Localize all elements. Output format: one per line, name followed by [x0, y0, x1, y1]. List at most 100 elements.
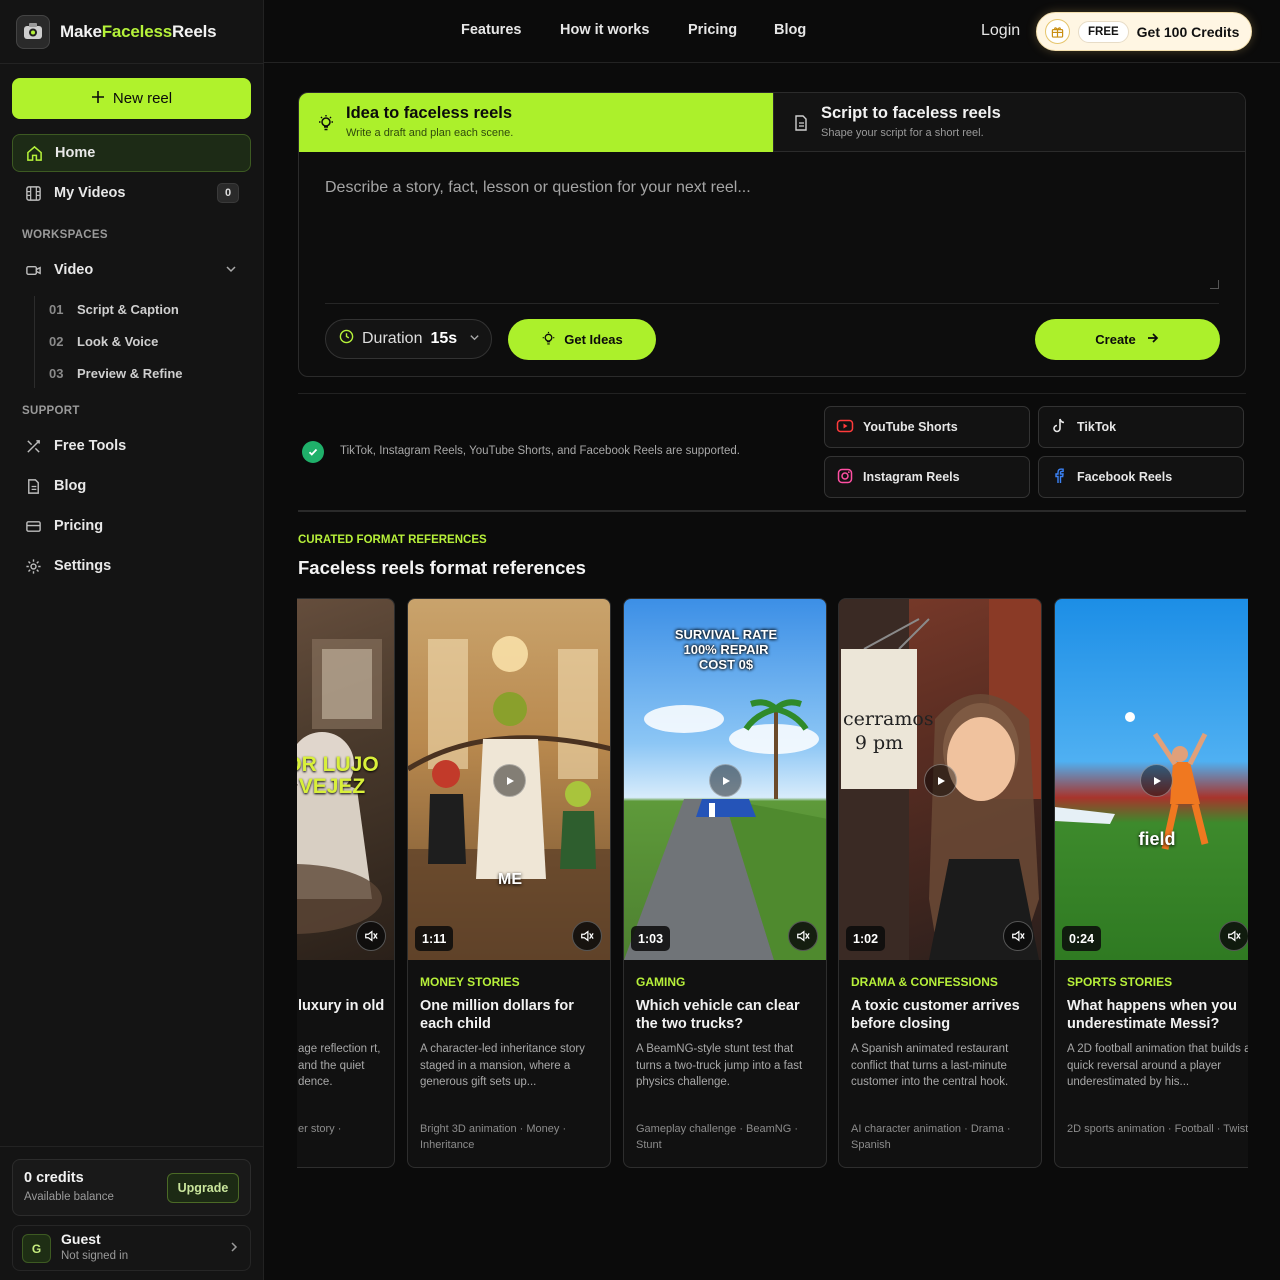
create-button[interactable]: Create — [1035, 319, 1220, 360]
card-icon — [24, 517, 42, 535]
get-ideas-button[interactable]: Get Ideas — [508, 319, 656, 360]
muted-speaker-icon[interactable] — [1219, 921, 1248, 951]
get-ideas-label: Get Ideas — [564, 332, 623, 347]
video-thumbnail[interactable]: field 0:24 — [1055, 599, 1248, 960]
video-thumbnail[interactable]: cerramos 9 pm 1:02 — [839, 599, 1041, 960]
sidebar-item-home[interactable]: Home — [12, 134, 251, 172]
step-label: Look & Voice — [77, 334, 159, 349]
chevron-down-icon[interactable] — [225, 263, 237, 279]
clock-icon — [339, 329, 354, 349]
tab-idea-to-reels[interactable]: Idea to faceless reels Write a draft and… — [299, 93, 773, 152]
lightbulb-icon — [541, 331, 556, 349]
step-preview-refine[interactable]: 03 Preview & Refine — [49, 366, 183, 381]
login-link[interactable]: Login — [981, 22, 1020, 40]
card-title: One million dollars for each child — [420, 998, 574, 1032]
avatar: G — [22, 1234, 51, 1263]
step-label: Script & Caption — [77, 302, 179, 317]
check-circle-icon — [302, 441, 324, 463]
platform-instagram-reels[interactable]: Instagram Reels — [824, 456, 1030, 498]
card-description: A Spanish animated restaurant conflict t… — [851, 1043, 1009, 1088]
step-number: 03 — [49, 366, 64, 381]
card-tags: Gameplay challenge · BeamNG · Stunt — [636, 1123, 799, 1151]
duration-badge: 1:03 — [631, 926, 671, 951]
thumbnail-caption: OR LUJO VEJEZ — [297, 753, 379, 798]
brand[interactable]: MakeFacelessReels — [16, 15, 217, 49]
video-thumbnail[interactable]: SURVIVAL RATE 100% REPAIR COST 0$ 1:03 — [624, 599, 826, 960]
tiktok-icon — [1050, 417, 1068, 438]
step-script-caption[interactable]: 01 Script & Caption — [49, 302, 179, 317]
platforms-divider-bottom — [298, 510, 1246, 512]
tab-title: Idea to faceless reels — [346, 104, 513, 122]
tab-script-to-reels[interactable]: Script to faceless reels Shape your scri… — [773, 93, 1245, 152]
reference-card[interactable]: ME 1:11 MONEY STORIES One million dollar… — [407, 598, 611, 1168]
reference-card[interactable]: cerramos 9 pm 1:02 DRAMA & CONFESSIONS A… — [838, 598, 1042, 1168]
card-description: A character-led inheritance story staged… — [420, 1043, 585, 1088]
platforms-divider-top — [298, 393, 1246, 394]
support-heading: SUPPORT — [22, 405, 80, 417]
reference-card[interactable]: SURVIVAL RATE 100% REPAIR COST 0$ 1:03 G… — [623, 598, 827, 1168]
lightbulb-icon — [317, 114, 335, 137]
play-icon[interactable] — [924, 764, 957, 797]
thumbnail-caption: field — [1138, 829, 1176, 849]
muted-speaker-icon[interactable] — [788, 921, 818, 951]
play-icon[interactable] — [493, 764, 526, 797]
chevron-down-icon — [469, 330, 480, 348]
create-label: Create — [1095, 332, 1136, 347]
nav-link-how-it-works[interactable]: How it works — [560, 22, 649, 38]
sidebar-bottom-divider — [0, 1146, 264, 1147]
thumbnail-caption: cerramos 9 pm — [843, 708, 934, 754]
sidebar-item-free-tools[interactable]: Free Tools — [12, 427, 251, 465]
top-navigation: Features How it works Pricing Blog Login… — [264, 0, 1280, 63]
steps-rail — [34, 296, 35, 388]
duration-badge: 1:11 — [415, 926, 454, 951]
new-reel-button[interactable]: New reel — [12, 78, 251, 119]
thumbnail-caption: ME — [498, 871, 522, 888]
muted-speaker-icon[interactable] — [356, 921, 386, 951]
idea-prompt-input[interactable] — [325, 179, 1221, 289]
card-tags: AI character animation · Drama · Spanish — [851, 1123, 1011, 1151]
sidebar-divider — [0, 63, 264, 64]
sidebar-item-blog[interactable]: Blog — [12, 467, 251, 505]
tools-icon — [24, 437, 42, 455]
platform-facebook-reels[interactable]: Facebook Reels — [1038, 456, 1244, 498]
sidebar-item-pricing[interactable]: Pricing — [12, 507, 251, 545]
duration-badge: 0:24 — [1062, 926, 1102, 951]
format-references-carousel[interactable]: OR LUJO VEJEZ luxury in old age reflecti… — [297, 598, 1248, 1170]
get-credits-button[interactable]: FREE Get 100 Credits — [1036, 12, 1252, 51]
platform-label: YouTube Shorts — [863, 420, 958, 434]
platform-youtube-shorts[interactable]: YouTube Shorts — [824, 406, 1030, 448]
muted-speaker-icon[interactable] — [572, 921, 602, 951]
sidebar-item-my-videos[interactable]: My Videos 0 — [12, 174, 251, 212]
card-category: GAMING — [636, 975, 686, 989]
step-label: Preview & Refine — [77, 366, 183, 381]
video-count-badge: 0 — [217, 183, 239, 203]
user-card[interactable]: G Guest Not signed in — [12, 1225, 251, 1271]
supported-platforms-note: TikTok, Instagram Reels, YouTube Shorts,… — [340, 445, 740, 457]
muted-speaker-icon[interactable] — [1003, 921, 1033, 951]
upgrade-button[interactable]: Upgrade — [167, 1173, 239, 1203]
nav-link-blog[interactable]: Blog — [774, 22, 806, 38]
textarea-resize-handle[interactable] — [1210, 280, 1219, 289]
step-look-voice[interactable]: 02 Look & Voice — [49, 334, 158, 349]
play-icon[interactable] — [1140, 764, 1173, 797]
video-thumbnail[interactable]: ME 1:11 — [408, 599, 610, 960]
duration-select[interactable]: Duration 15s — [325, 319, 492, 359]
sidebar-item-settings[interactable]: Settings — [12, 547, 251, 585]
video-thumbnail[interactable]: OR LUJO VEJEZ — [297, 599, 394, 960]
card-description: age reflection rt, and the quiet dence. — [298, 1043, 381, 1088]
platform-tiktok[interactable]: TikTok — [1038, 406, 1244, 448]
reference-card[interactable]: field 0:24 SPORTS STORIES What happens w… — [1054, 598, 1248, 1168]
duration-label: Duration — [362, 330, 423, 347]
sidebar-item-label: Free Tools — [54, 438, 127, 454]
video-camera-icon — [24, 261, 42, 279]
nav-link-features[interactable]: Features — [461, 22, 521, 38]
credits-caption: Available balance — [24, 1191, 114, 1203]
card-tags: 2D sports animation · Football · Twist — [1067, 1123, 1248, 1135]
nav-link-pricing[interactable]: Pricing — [688, 22, 737, 38]
platform-label: TikTok — [1077, 420, 1117, 434]
thumbnail-caption: SURVIVAL RATE 100% REPAIR COST 0$ — [674, 627, 778, 672]
reference-card[interactable]: OR LUJO VEJEZ luxury in old age reflecti… — [297, 598, 395, 1168]
sidebar-item-video[interactable]: Video — [12, 251, 251, 289]
user-status: Not signed in — [61, 1250, 129, 1262]
play-icon[interactable] — [709, 764, 742, 797]
